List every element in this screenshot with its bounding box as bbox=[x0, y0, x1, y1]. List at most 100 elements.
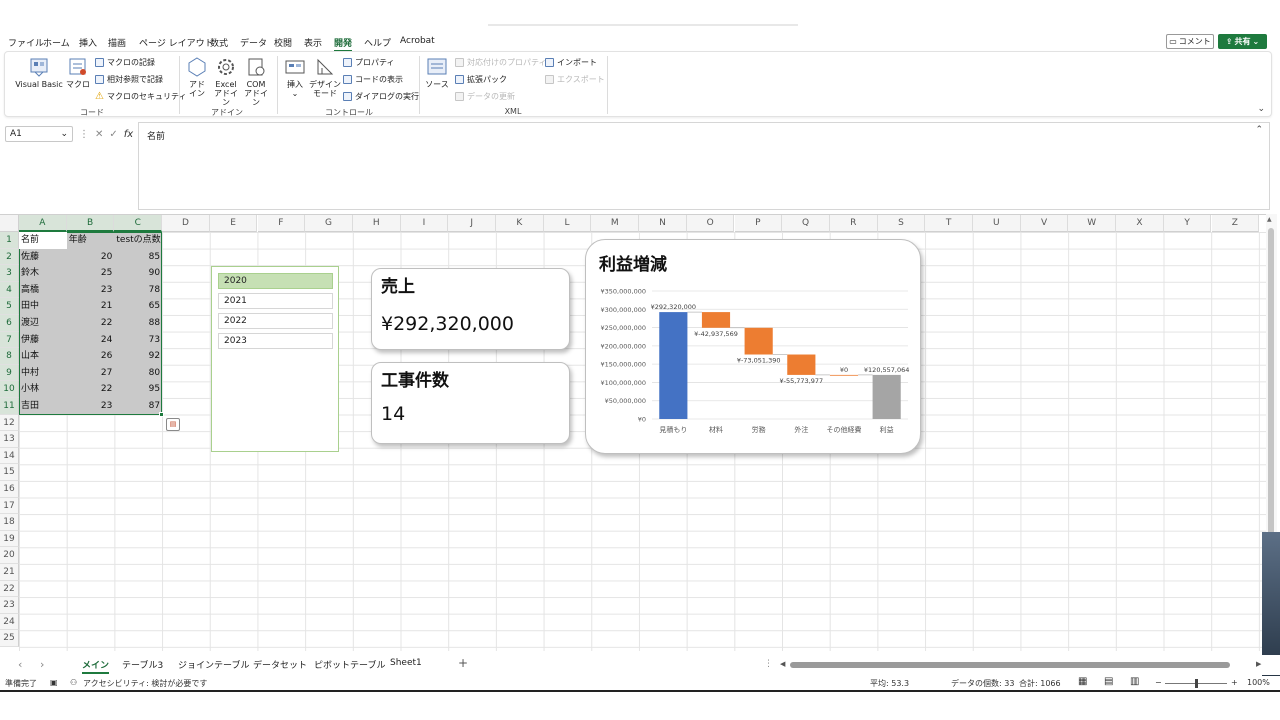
sheet-tab-pivot-table[interactable]: ピボットテーブル bbox=[314, 658, 385, 671]
profit-waterfall-chart[interactable]: 利益増減 ¥0 ¥50,000,000 ¥100,000,000 ¥150,000,0… bbox=[585, 239, 921, 454]
com-addins-button[interactable]: COM アドイン bbox=[241, 56, 271, 107]
table-cell[interactable]: 87 bbox=[114, 398, 162, 415]
column-header[interactable]: W bbox=[1068, 215, 1117, 232]
table-cell[interactable]: testの点数 bbox=[114, 232, 162, 249]
column-header[interactable]: N bbox=[639, 215, 687, 232]
table-cell[interactable]: 22 bbox=[67, 381, 115, 398]
row-header[interactable]: 7 bbox=[0, 331, 19, 349]
page-layout-view-icon[interactable]: ▤ bbox=[1104, 676, 1113, 687]
cancel-icon[interactable]: ✕ bbox=[95, 129, 103, 140]
column-header[interactable]: S bbox=[877, 215, 926, 232]
table-cell[interactable]: 鈴木 bbox=[19, 265, 67, 282]
tab-home[interactable]: ホーム bbox=[43, 36, 70, 49]
table-cell[interactable]: 92 bbox=[114, 348, 162, 365]
table-cell[interactable]: 伊藤 bbox=[19, 332, 67, 349]
table-cell[interactable]: 90 bbox=[114, 265, 162, 282]
zoom-in-icon[interactable]: + bbox=[1231, 678, 1238, 687]
zoom-slider-thumb[interactable] bbox=[1195, 679, 1198, 688]
row-header[interactable]: 23 bbox=[0, 597, 19, 614]
normal-view-icon[interactable]: ▦ bbox=[1078, 676, 1087, 687]
column-header[interactable]: H bbox=[352, 215, 401, 232]
export-button[interactable]: エクスポート bbox=[545, 74, 605, 85]
sum-stat[interactable]: 合計: 1066 bbox=[1019, 678, 1061, 689]
table-cell[interactable]: 中村 bbox=[19, 365, 67, 382]
table-cell[interactable]: 22 bbox=[67, 315, 115, 332]
table-cell[interactable]: 26 bbox=[67, 348, 115, 365]
table-cell[interactable]: 20 bbox=[67, 249, 115, 266]
chevron-down-icon[interactable]: ⌄ bbox=[1257, 104, 1265, 114]
row-header[interactable]: 8 bbox=[0, 348, 19, 365]
table-cell[interactable]: 85 bbox=[114, 249, 162, 266]
column-header[interactable]: I bbox=[400, 215, 449, 232]
tab-review[interactable]: 校閲 bbox=[274, 36, 292, 49]
expansion-packs-button[interactable]: 拡張パック bbox=[455, 74, 507, 85]
tab-view[interactable]: 表示 bbox=[304, 36, 322, 49]
tab-page-layout[interactable]: ページ レイアウト bbox=[139, 36, 214, 49]
column-header[interactable]: G bbox=[305, 215, 353, 232]
table-cell[interactable]: 78 bbox=[114, 282, 162, 299]
row-header[interactable]: 25 bbox=[0, 630, 19, 647]
row-header[interactable]: 16 bbox=[0, 481, 19, 498]
table-cell[interactable]: 88 bbox=[114, 315, 162, 332]
row-header[interactable]: 5 bbox=[0, 298, 19, 315]
table-cell[interactable]: 25 bbox=[67, 265, 115, 282]
row-header[interactable]: 6 bbox=[0, 315, 19, 332]
relative-reference-button[interactable]: 相対参照で記録 bbox=[95, 74, 163, 85]
macros-button[interactable]: マクロ bbox=[65, 56, 91, 89]
column-header[interactable]: C bbox=[114, 215, 163, 232]
horizontal-scroll-thumb[interactable] bbox=[790, 662, 1230, 668]
row-header[interactable]: 11 bbox=[0, 398, 19, 415]
excel-addins-button[interactable]: Excel アドイン bbox=[211, 56, 241, 107]
table-cell[interactable]: 65 bbox=[114, 298, 162, 315]
tab-acrobat[interactable]: Acrobat bbox=[400, 36, 435, 46]
column-header[interactable]: P bbox=[734, 215, 783, 232]
tab-file[interactable]: ファイル bbox=[8, 36, 44, 49]
table-cell[interactable]: 23 bbox=[67, 398, 115, 415]
import-button[interactable]: インポート bbox=[545, 57, 597, 68]
row-header[interactable]: 22 bbox=[0, 580, 19, 598]
insert-control-button[interactable]: 挿入 ⌄ bbox=[283, 56, 307, 98]
column-header[interactable]: U bbox=[973, 215, 1021, 232]
sheet-tab-dataset[interactable]: データセット bbox=[253, 658, 307, 671]
slicer-item-2021[interactable]: 2021 bbox=[218, 293, 333, 309]
zoom-out-icon[interactable]: − bbox=[1155, 678, 1162, 687]
table-cell[interactable]: 小林 bbox=[19, 381, 67, 398]
column-header[interactable]: X bbox=[1116, 215, 1164, 232]
row-header[interactable]: 19 bbox=[0, 530, 19, 548]
row-header[interactable]: 4 bbox=[0, 281, 19, 299]
accessibility-status[interactable]: アクセシビリティ: 検討が必要です bbox=[83, 678, 207, 689]
chevron-right-icon[interactable]: › bbox=[40, 658, 44, 671]
add-sheet-button[interactable]: + bbox=[458, 656, 468, 670]
column-header[interactable]: K bbox=[496, 215, 544, 232]
slicer-item-2022[interactable]: 2022 bbox=[218, 313, 333, 329]
insert-function-icon[interactable]: fx bbox=[124, 129, 133, 140]
properties-button[interactable]: プロパティ bbox=[343, 57, 395, 68]
record-macro-button[interactable]: マクロの記録 bbox=[95, 57, 155, 68]
count-stat[interactable]: データの個数: 33 bbox=[951, 678, 1014, 689]
row-header[interactable]: 18 bbox=[0, 514, 19, 531]
chevron-left-icon[interactable]: ‹ bbox=[18, 658, 22, 671]
quick-analysis-icon[interactable]: ▤ bbox=[166, 418, 180, 431]
table-cell[interactable]: 高橋 bbox=[19, 282, 67, 299]
zoom-level[interactable]: 100% bbox=[1247, 678, 1270, 687]
table-cell[interactable]: 23 bbox=[67, 282, 115, 299]
column-header[interactable]: V bbox=[1020, 215, 1069, 232]
share-button[interactable]: ⇪ 共有 ⌄ bbox=[1218, 34, 1267, 49]
row-header[interactable]: 2 bbox=[0, 248, 19, 266]
sheet-tab-main[interactable]: メイン bbox=[82, 658, 110, 674]
row-header[interactable]: 24 bbox=[0, 613, 19, 631]
tab-insert[interactable]: 挿入 bbox=[79, 36, 97, 49]
design-mode-button[interactable]: デザイン モード bbox=[309, 56, 341, 98]
scroll-left-icon[interactable]: ◀ bbox=[780, 660, 785, 668]
row-header[interactable]: 20 bbox=[0, 547, 19, 564]
column-header[interactable]: Q bbox=[782, 215, 830, 232]
table-cell[interactable]: 21 bbox=[67, 298, 115, 315]
more-icon[interactable]: ⋮ bbox=[764, 659, 773, 669]
average-stat[interactable]: 平均: 53.3 bbox=[870, 678, 909, 689]
slicer-item-2023[interactable]: 2023 bbox=[218, 333, 333, 349]
xml-source-button[interactable]: ソース bbox=[425, 56, 449, 89]
slicer-item-2020[interactable]: 2020 bbox=[218, 273, 333, 289]
scroll-up-icon[interactable]: ▲ bbox=[1267, 216, 1272, 223]
tab-draw[interactable]: 描画 bbox=[108, 36, 126, 49]
tab-help[interactable]: ヘルプ bbox=[364, 36, 391, 49]
